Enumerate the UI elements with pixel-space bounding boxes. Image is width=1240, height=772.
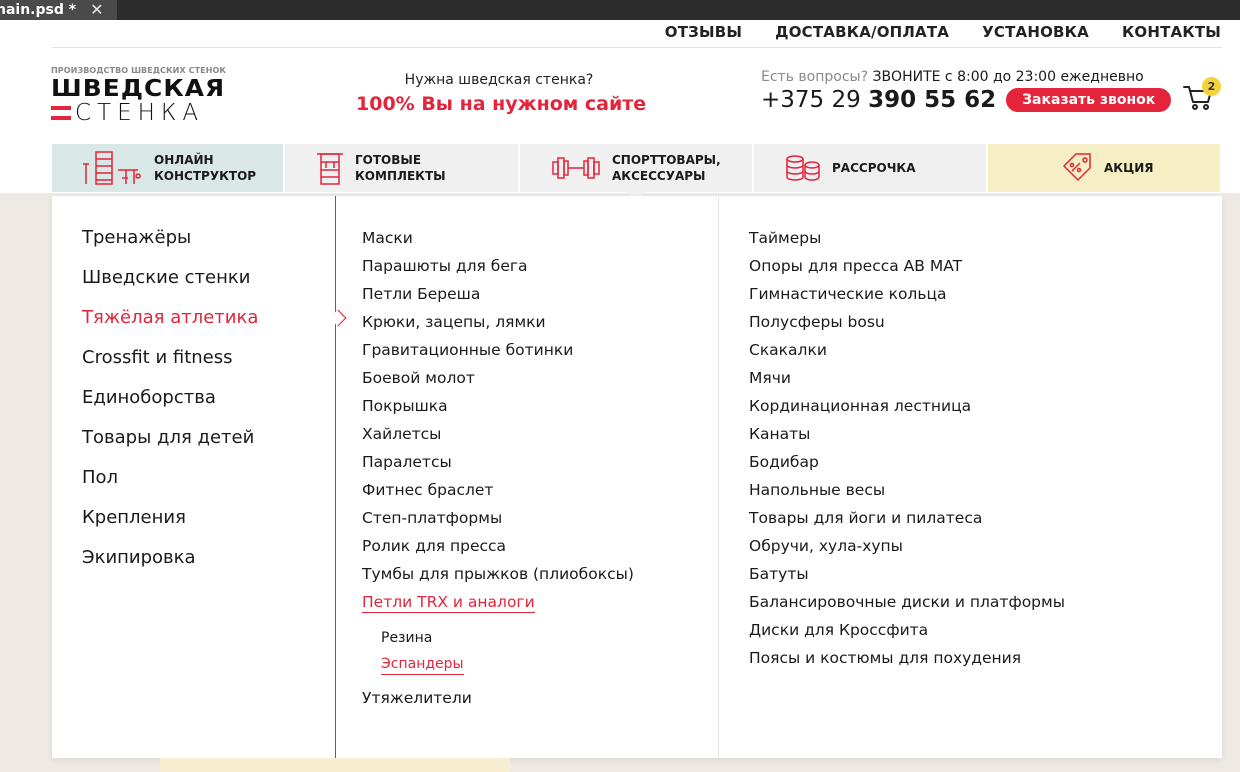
subcategory-item[interactable]: Гимнастические кольца [749,284,1065,312]
subcategory-item[interactable]: Парашюты для бега [362,256,634,284]
tab-title: nain.psd * [0,2,77,18]
site-logo[interactable]: ПРОИЗВОДСТВО ШВЕДСКИХ СТЕНОК ШВЕДСКАЯ СТ… [51,66,241,126]
subcategory-item[interactable]: Петли Береша [362,284,634,312]
subcategory-item[interactable]: Полусферы bosu [749,312,1065,340]
subcategory-item[interactable]: Покрышка [362,396,634,424]
phone-number[interactable]: +375 29 390 55 62 [761,87,996,113]
site-header: ОТЗЫВЫ ДОСТАВКА/ОПЛАТА УСТАНОВКА КОНТАКТ… [0,20,1240,200]
dumbbell-icon [552,157,600,179]
subcategory-item[interactable]: Напольные весы [749,480,1065,508]
column-divider [718,196,719,758]
category-item[interactable]: Crossfit и fitness [82,346,258,386]
editor-tab-bar: nain.psd * ✕ [0,0,1240,20]
nav-label: ГОТОВЫЕ КОМПЛЕКТЫ [355,153,446,183]
document-tab[interactable]: nain.psd * ✕ [0,0,117,20]
subcategory-item-active[interactable]: Петли TRX и аналоги [362,593,535,613]
topnav-contacts[interactable]: КОНТАКТЫ [1122,23,1221,41]
logo-line1: ШВЕДСКАЯ [51,76,226,102]
nav-sport-goods[interactable]: СПОРТТОВАРЫ, АКСЕССУАРЫ [520,144,752,200]
logo-line2: СТЕНКА [75,100,205,126]
coins-icon [786,155,820,181]
slogan-headline: 100% Вы на нужном сайте [356,93,647,115]
subcategory-list-1: Маски Парашюты для бега Петли Береша Крю… [362,228,634,716]
subcategory-item[interactable]: Скакалки [749,340,1065,368]
category-item[interactable]: Тренажёры [82,226,258,266]
nested-item-active[interactable]: Эспандеры [381,655,464,675]
category-item[interactable]: Товары для детей [82,426,258,466]
category-item[interactable]: Экипировка [82,546,258,586]
subcategory-item[interactable]: Бодибар [749,452,1065,480]
subcategory-item[interactable]: Фитнес браслет [362,480,634,508]
sports-complex-icon [317,153,343,185]
subcategory-item[interactable]: Опоры для пресса AB MAT [749,256,1065,284]
slogan: Нужна шведская стенка? 100% Вы на нужном… [356,72,647,115]
nested-item[interactable]: Резина [362,628,634,654]
subcategory-list-2: Таймеры Опоры для пресса AB MAT Гимнасти… [749,228,1065,676]
subcategory-item[interactable]: Батуты [749,564,1065,592]
subcategory-item[interactable]: Диски для Кроссфита [749,620,1065,648]
contact-hours: ЗВОНИТЕ с 8:00 до 23:00 ежедневно [872,69,1144,85]
subcategory-item[interactable]: Боевой молот [362,368,634,396]
subcategory-item[interactable]: Канаты [749,424,1065,452]
topnav-delivery[interactable]: ДОСТАВКА/ОПЛАТА [775,23,949,41]
column-divider-accent [335,196,336,758]
background-product-image [160,758,510,772]
main-nav: ОНЛАЙН КОНСТРУКТОР ГОТОВЫЕ КОМПЛЕКТЫ СПО… [52,144,1220,200]
subcategory-item[interactable]: Хайлетсы [362,424,634,452]
category-item[interactable]: Крепления [82,506,258,546]
subcategory-item[interactable]: Степ-платформы [362,508,634,536]
nav-promo[interactable]: АКЦИЯ [988,144,1220,192]
subcategory-item[interactable]: Поясы и костюмы для похудения [749,648,1065,676]
logo-subtitle: ПРОИЗВОДСТВО ШВЕДСКИХ СТЕНОК [51,66,227,75]
discount-tag-icon [1062,153,1091,182]
topnav-installation[interactable]: УСТАНОВКА [982,23,1089,41]
subcategory-item[interactable]: Утяжелители [362,688,634,716]
chevron-right-icon [329,309,347,327]
top-nav: ОТЗЫВЫ ДОСТАВКА/ОПЛАТА УСТАНОВКА КОНТАКТ… [665,23,1221,41]
cart-icon[interactable]: 2 [1182,77,1222,120]
category-item[interactable]: Единоборства [82,386,258,426]
subcategory-item[interactable]: Паралетсы [362,452,634,480]
subcategory-item[interactable]: Тумбы для прыжков (плиобоксы) [362,564,634,592]
nav-label: ОНЛАЙН КОНСТРУКТОР [154,153,257,183]
cart-count-badge: 2 [1202,77,1221,96]
catalog-dropdown: Тренажёры Шведские стенки Тяжёлая атлети… [52,196,1222,758]
category-item[interactable]: Пол [82,466,258,506]
nav-online-constructor[interactable]: ОНЛАЙН КОНСТРУКТОР [52,144,283,192]
contact-block: Есть вопросы? ЗВОНИТЕ с 8:00 до 23:00 еж… [761,69,1172,113]
slogan-question: Нужна шведская стенка? [404,72,594,88]
subcategory-item[interactable]: Гравитационные ботинки [362,340,634,368]
subcategory-item[interactable]: Кординационная лестница [749,396,1065,424]
nav-label: СПОРТТОВАРЫ, АКСЕССУАРЫ [612,153,721,183]
category-item[interactable]: Шведские стенки [82,266,258,306]
nav-installments[interactable]: РАССРОЧКА [754,144,986,192]
contact-question: Есть вопросы? [761,69,869,85]
subcategory-item[interactable]: Таймеры [749,228,1065,256]
subcategory-item[interactable]: Мячи [749,368,1065,396]
wall-bars-icon [83,151,141,185]
subcategory-item[interactable]: Балансировочные диски и платформы [749,592,1065,620]
nav-label: АКЦИЯ [1104,161,1154,175]
flag-stripes-icon [51,106,71,120]
subcategory-item[interactable]: Ролик для пресса [362,536,634,564]
nav-ready-sets[interactable]: ГОТОВЫЕ КОМПЛЕКТЫ [285,144,518,192]
topnav-reviews[interactable]: ОТЗЫВЫ [665,23,742,41]
callback-button[interactable]: Заказать звонок [1006,88,1172,112]
close-icon[interactable]: ✕ [90,0,103,20]
subcategory-item[interactable]: Крюки, зацепы, лямки [362,312,634,340]
subcategory-item[interactable]: Товары для йоги и пилатеса [749,508,1065,536]
nav-label: РАССРОЧКА [832,161,916,175]
subcategory-item[interactable]: Маски [362,228,634,256]
header-divider [52,47,1222,48]
subcategory-item[interactable]: Обручи, хула-хупы [749,536,1065,564]
category-item-active[interactable]: Тяжёлая атлетика [82,306,258,346]
category-list: Тренажёры Шведские стенки Тяжёлая атлети… [82,226,258,586]
